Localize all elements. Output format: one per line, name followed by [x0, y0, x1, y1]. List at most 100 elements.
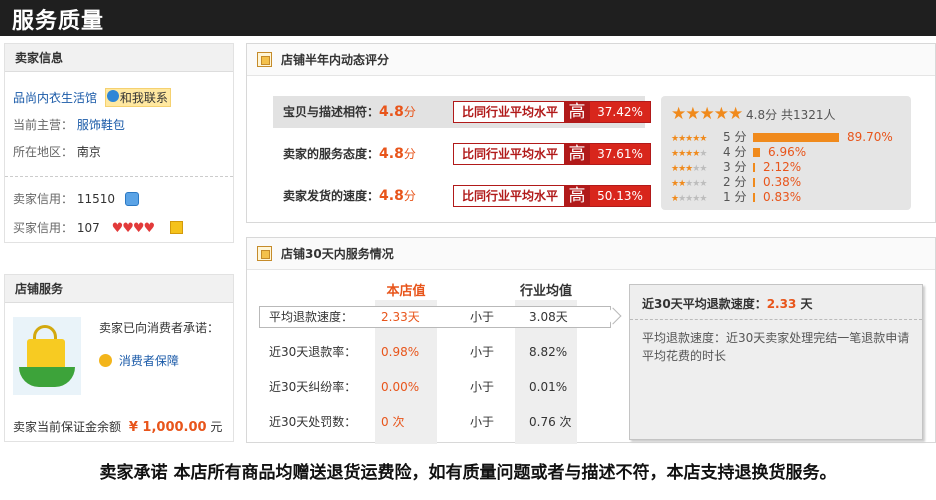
service-row-relation: 小于: [469, 380, 494, 394]
dsr-title: 店铺半年内动态评分: [281, 53, 390, 67]
service-row-label: 近30天退款率：: [269, 345, 357, 359]
bulb-icon: [99, 354, 112, 367]
calendar-icon: [257, 52, 272, 67]
rating-stars-icon: ★★★★★: [671, 104, 743, 124]
distribution-row: ★★★★★ 2 分 0.38%: [671, 175, 907, 190]
seller-credit-row: 卖家信用： 11510: [13, 190, 139, 207]
detail-title-row: 近30天平均退款速度：2.33 天: [642, 295, 813, 312]
distribution-percent: 6.96%: [768, 145, 807, 159]
distribution-percent: 89.70%: [847, 130, 893, 144]
col-shop-header: 本店值: [386, 284, 426, 299]
seller-info-header: 卖家信息: [5, 44, 233, 72]
dsr-panel: 店铺半年内动态评分 宝贝与描述相符：4.8分 比同行业平均水平 高 37.42%…: [246, 43, 936, 223]
rating-summary-score: 4.8分: [746, 108, 778, 122]
rating-summary: ★★★★★ 4.8分 共1321人: [671, 104, 836, 124]
distribution-percent: 0.83%: [763, 190, 802, 204]
deposit-label: 卖家当前保证金余额: [13, 420, 122, 434]
dsr-row: 宝贝与描述相符：4.8分: [283, 96, 416, 128]
distribution-label: 2 分: [723, 175, 747, 189]
dsr-row-unit: 分: [403, 105, 416, 119]
top-bar: 服务质量: [0, 0, 936, 36]
contact-button[interactable]: 和我联系: [104, 88, 171, 107]
compare-percent: 37.61%: [590, 144, 651, 164]
distribution-row: ★★★★★ 4 分 6.96%: [671, 145, 907, 160]
seller-credit-value: 11510: [76, 192, 116, 206]
dsr-compare-badge: 比同行业平均水平 高 50.13%: [453, 185, 652, 207]
service30-header: 店铺30天内服务情况: [247, 238, 935, 270]
crown-icon: [124, 192, 139, 206]
service-rows: 平均退款速度： 2.33天 小于 3.08天 近30天退款率： 0.98% 小于 8.82% 近…: [247, 306, 627, 446]
shop-name-link[interactable]: 品尚内衣生活馆: [13, 91, 97, 105]
distribution-bar: [753, 178, 755, 187]
distribution-label: 4 分: [723, 145, 747, 159]
contact-label: 和我联系: [119, 91, 168, 105]
service-row-label: 平均退款速度：: [269, 310, 354, 324]
main-business-link[interactable]: 服饰鞋包: [77, 118, 125, 132]
dsr-row-score: 4.8: [379, 188, 404, 204]
service30-panel: 店铺30天内服务情况 本店值 行业均值 平均退款速度： 2.33天 小于 3.08天近…: [246, 237, 936, 446]
location-row: 所在地区： 南京: [13, 143, 101, 160]
dsr-row-unit: 分: [403, 189, 416, 203]
deposit-value: ¥ 1,000.00: [128, 420, 207, 435]
service-row-industry-value: 3.08天: [529, 310, 568, 324]
service-row-label: 近30天纠纷率：: [269, 380, 357, 394]
service30-title: 店铺30天内服务情况: [281, 247, 394, 261]
guarantee-link[interactable]: 消费者保障: [119, 354, 179, 368]
dsr-row: 卖家的服务态度：4.8分: [283, 138, 416, 170]
dsr-row-score: 4.8: [379, 104, 404, 120]
dsr-row-label: 宝贝与描述相符：: [283, 105, 380, 119]
divider: [5, 176, 233, 177]
service-row-relation: 小于: [469, 310, 494, 324]
distribution-row: ★★★★★ 1 分 0.83%: [671, 190, 907, 205]
compare-label: 比同行业平均水平: [454, 186, 565, 206]
distribution-row: ★★★★★ 5 分 89.70%: [671, 130, 907, 145]
distribution-percent: 2.12%: [763, 160, 802, 174]
main-business-label: 当前主营：: [13, 118, 74, 132]
buyer-credit-label: 买家信用：: [13, 221, 74, 235]
detail-divider: [630, 319, 922, 320]
service-row-relation: 小于: [469, 345, 494, 359]
distribution-bar: [753, 133, 839, 142]
page-title: 服务质量: [12, 9, 105, 34]
detail-unit: 天: [800, 297, 813, 311]
refund-detail-box: 近30天平均退款速度：2.33 天 平均退款速度：近30天卖家处理完结一笔退款申…: [629, 284, 923, 440]
dsr-compare-badge: 比同行业平均水平 高 37.42%: [453, 101, 652, 123]
service-row[interactable]: 平均退款速度： 2.33天 小于 3.08天: [247, 306, 627, 341]
detail-value: 2.33: [766, 297, 797, 311]
service-row[interactable]: 近30天纠纷率： 0.00% 小于 0.01%: [247, 376, 627, 411]
compare-percent: 37.42%: [590, 102, 651, 122]
location-label: 所在地区：: [13, 145, 74, 159]
calendar-icon: [257, 246, 272, 261]
shop-service-header: 店铺服务: [5, 275, 233, 303]
rating-summary-count: 共1321人: [780, 108, 836, 122]
service-row-shop-value: 0.00%: [381, 380, 420, 394]
distribution-row: ★★★★★ 3 分 2.12%: [671, 160, 907, 175]
service-row-label: 近30天处罚数：: [269, 415, 357, 429]
small-stars-icon: ★★★★★: [671, 194, 707, 204]
shop-name-row: 品尚内衣生活馆 和我联系: [13, 88, 171, 107]
detail-title: 近30天平均退款速度：: [642, 297, 767, 311]
service-row-industry-value: 8.82%: [529, 345, 568, 359]
guarantee-row[interactable]: 消费者保障: [99, 352, 179, 369]
distribution-bar: [753, 193, 755, 202]
detail-desc: 平均退款速度：近30天卖家处理完结一笔退款申请平均花费的时长: [642, 331, 910, 363]
distribution-label: 1 分: [723, 190, 747, 204]
location-value: 南京: [76, 145, 101, 159]
col-industry-header: 行业均值: [519, 284, 572, 299]
dsr-row: 卖家发货的速度：4.8分: [283, 180, 416, 212]
service-row-shop-value: 0.98%: [381, 345, 420, 359]
distribution-label: 5 分: [723, 130, 747, 144]
dsr-header: 店铺半年内动态评分: [247, 44, 935, 76]
main-business-row: 当前主营： 服饰鞋包: [13, 116, 125, 133]
dsr-row-unit: 分: [403, 147, 416, 161]
deposit-row: 卖家当前保证金余额 ¥ 1,000.00 元: [13, 418, 222, 435]
distribution-label: 3 分: [723, 160, 747, 174]
compare-label: 比同行业平均水平: [454, 144, 565, 164]
service-row-relation: 小于: [469, 415, 494, 429]
compare-level: 高: [564, 102, 591, 122]
service-row[interactable]: 近30天退款率： 0.98% 小于 8.82%: [247, 341, 627, 376]
rating-distribution: ★★★★★ 4.8分 共1321人 ★★★★★ 5 分 89.70% ★★★★★ 4 分…: [661, 96, 911, 210]
dsr-row-score: 4.8: [379, 146, 404, 162]
buyer-credit-value: 107: [76, 221, 100, 235]
service-row[interactable]: 近30天处罚数： 0 次 小于 0.76 次: [247, 411, 627, 446]
